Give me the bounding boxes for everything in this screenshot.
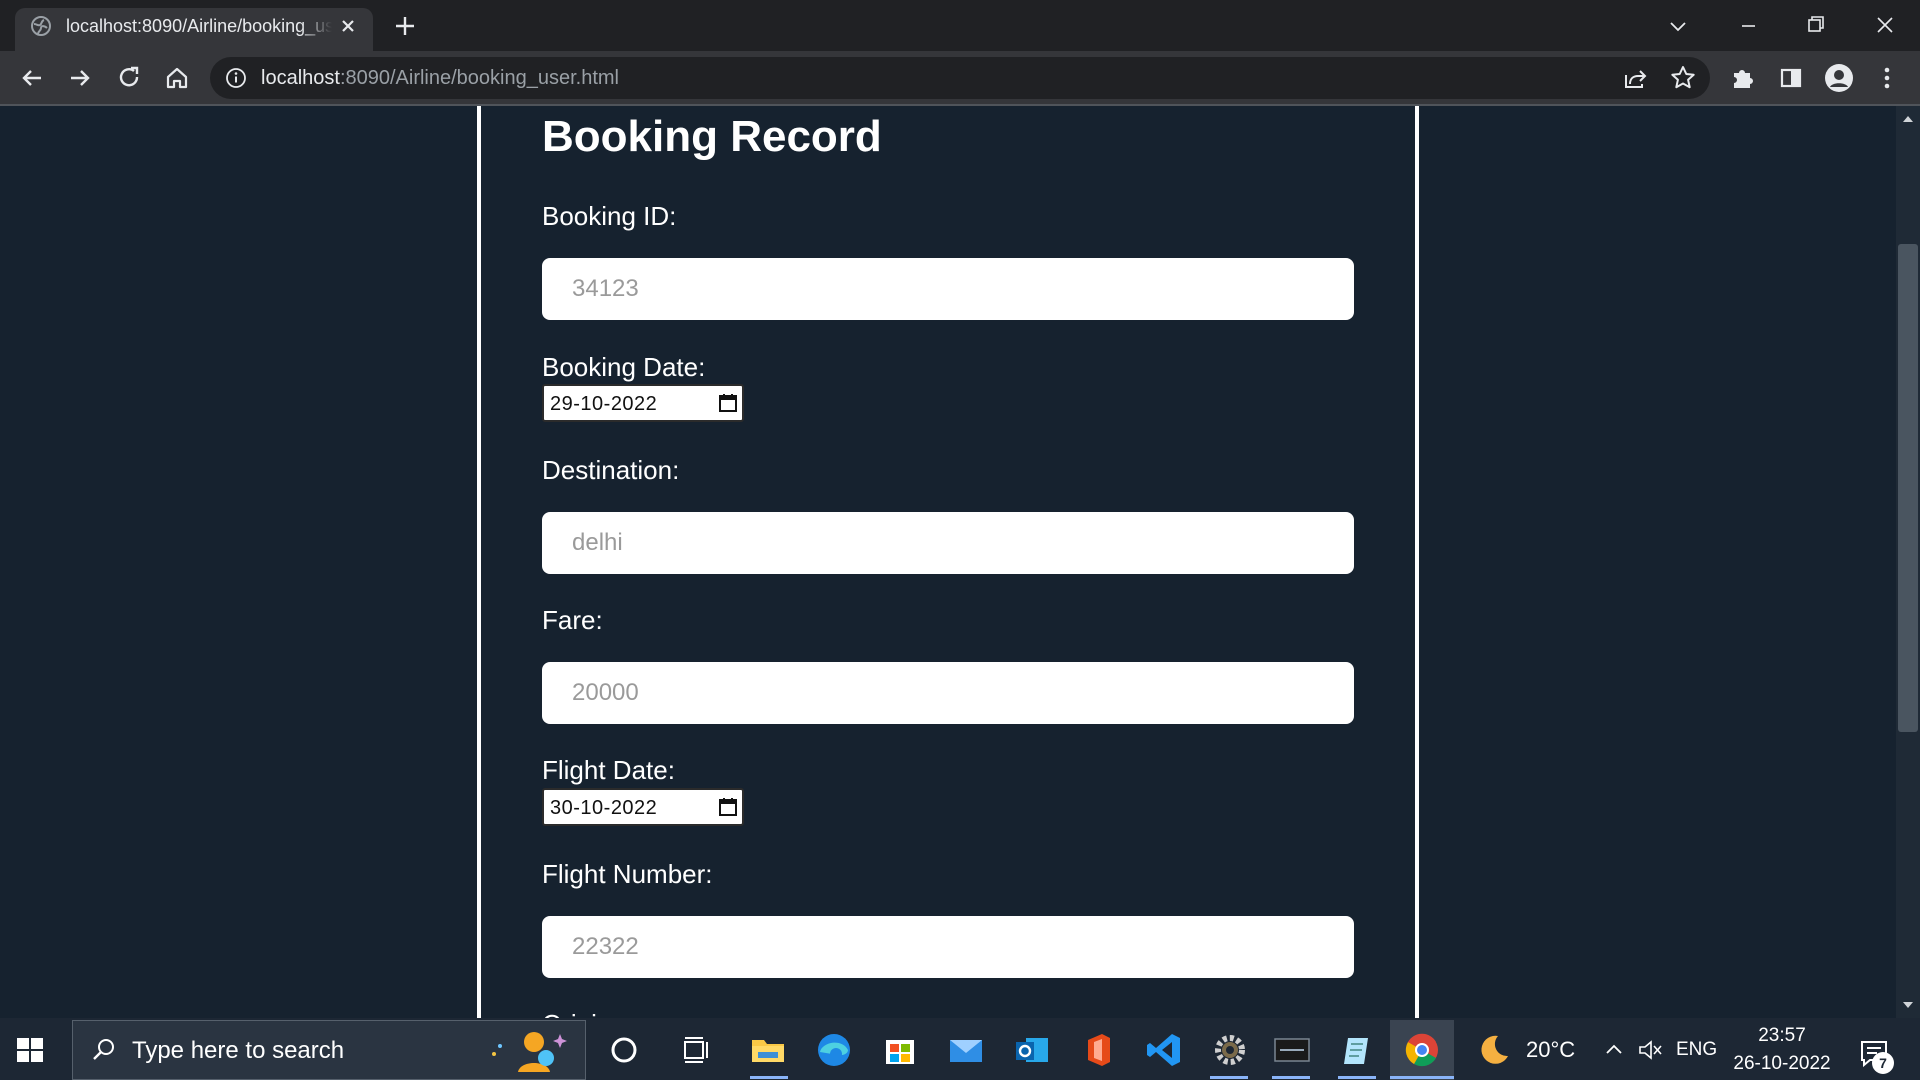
reload-icon[interactable] [114, 63, 144, 93]
flight-number-label: Flight Number: [542, 859, 713, 889]
destination-label: Destination: [542, 455, 680, 485]
restore-icon[interactable] [1802, 10, 1830, 38]
menu-kebab-icon[interactable] [1872, 63, 1902, 93]
star-icon[interactable] [1668, 63, 1698, 93]
info-icon[interactable] [224, 66, 248, 90]
file-explorer-icon[interactable] [748, 1030, 788, 1070]
edge-icon[interactable] [814, 1030, 854, 1070]
search-icon [90, 1036, 118, 1064]
windows-start-icon[interactable] [14, 1034, 46, 1066]
microsoft-store-icon[interactable] [880, 1030, 920, 1070]
booking-date-label: Booking Date: [542, 352, 706, 382]
tab-title: localhost:8090/Airline/booking_user.html [66, 16, 332, 36]
booking-date-value: 29-10-2022 [550, 393, 658, 415]
profile-icon[interactable] [1823, 62, 1855, 94]
booking-id-label: Booking ID: [542, 201, 677, 231]
url-path: :8090/Airline/booking_user.html [339, 67, 619, 89]
calendar-icon[interactable] [718, 797, 738, 817]
volume-muted-icon[interactable] [1636, 1036, 1664, 1064]
mysql-icon[interactable] [1272, 1030, 1312, 1070]
cortana-circle-icon[interactable] [604, 1030, 644, 1070]
new-tab-plus-icon[interactable] [392, 13, 418, 39]
file-explorer-running-indicator [750, 1076, 788, 1079]
search-highlight-illustration-icon [486, 1026, 570, 1074]
destination-input[interactable] [542, 512, 1354, 574]
scroll-down-arrow-icon[interactable] [1899, 996, 1917, 1014]
language-indicator[interactable]: ENG [1676, 1038, 1717, 1062]
outlook-icon[interactable] [1012, 1030, 1052, 1070]
flight-date-input[interactable]: 30-10-2022 [542, 788, 744, 826]
back-arrow-icon[interactable] [17, 63, 47, 93]
fare-label: Fare: [542, 605, 603, 635]
notification-count-badge: 7 [1872, 1052, 1894, 1074]
flight-number-input[interactable] [542, 916, 1354, 978]
side-panel-icon[interactable] [1776, 63, 1806, 93]
minimize-icon[interactable] [1734, 12, 1762, 40]
booking-id-input[interactable] [542, 258, 1354, 320]
settings-running-indicator [1210, 1076, 1248, 1079]
vscode-icon[interactable] [1144, 1030, 1184, 1070]
task-view-icon[interactable] [676, 1030, 716, 1070]
flight-date-value: 30-10-2022 [550, 797, 658, 819]
scroll-up-arrow-icon[interactable] [1899, 110, 1917, 128]
forward-arrow-icon[interactable] [65, 63, 95, 93]
extensions-icon[interactable] [1728, 63, 1758, 93]
url-text[interactable]: localhost:8090/Airline/booking_user.html [261, 65, 619, 91]
mail-icon[interactable] [946, 1030, 986, 1070]
globe-icon [30, 15, 52, 37]
clock-date[interactable]: 26-10-2022 [1730, 1052, 1834, 1076]
weather-temperature[interactable]: 20°C [1526, 1036, 1575, 1064]
tab-title-fade [300, 14, 332, 38]
tray-chevron-up-icon[interactable] [1602, 1038, 1626, 1062]
mysql-running-indicator [1272, 1076, 1310, 1079]
chrome-active-indicator [1390, 1076, 1454, 1079]
flight-date-label: Flight Date: [542, 755, 675, 785]
fare-input[interactable] [542, 662, 1354, 724]
notepad-running-indicator [1338, 1076, 1376, 1079]
clock-time[interactable]: 23:57 [1730, 1024, 1834, 1048]
chrome-icon[interactable] [1402, 1030, 1442, 1070]
calendar-icon[interactable] [718, 393, 738, 413]
page-title: Booking Record [542, 112, 882, 161]
home-icon[interactable] [162, 63, 192, 93]
moon-icon[interactable] [1476, 1032, 1512, 1068]
notepad-icon[interactable] [1338, 1030, 1378, 1070]
window-close-icon[interactable] [1870, 10, 1900, 40]
tab-close-icon[interactable] [336, 14, 360, 38]
url-host: localhost [261, 67, 340, 89]
scrollbar-thumb[interactable] [1898, 244, 1918, 732]
booking-date-input[interactable]: 29-10-2022 [542, 384, 744, 422]
office-icon[interactable] [1078, 1030, 1118, 1070]
share-icon[interactable] [1620, 63, 1650, 93]
settings-gear-icon[interactable] [1210, 1030, 1250, 1070]
search-placeholder: Type here to search [132, 1037, 345, 1064]
tab-search-chevron-down-icon[interactable] [1664, 12, 1692, 40]
